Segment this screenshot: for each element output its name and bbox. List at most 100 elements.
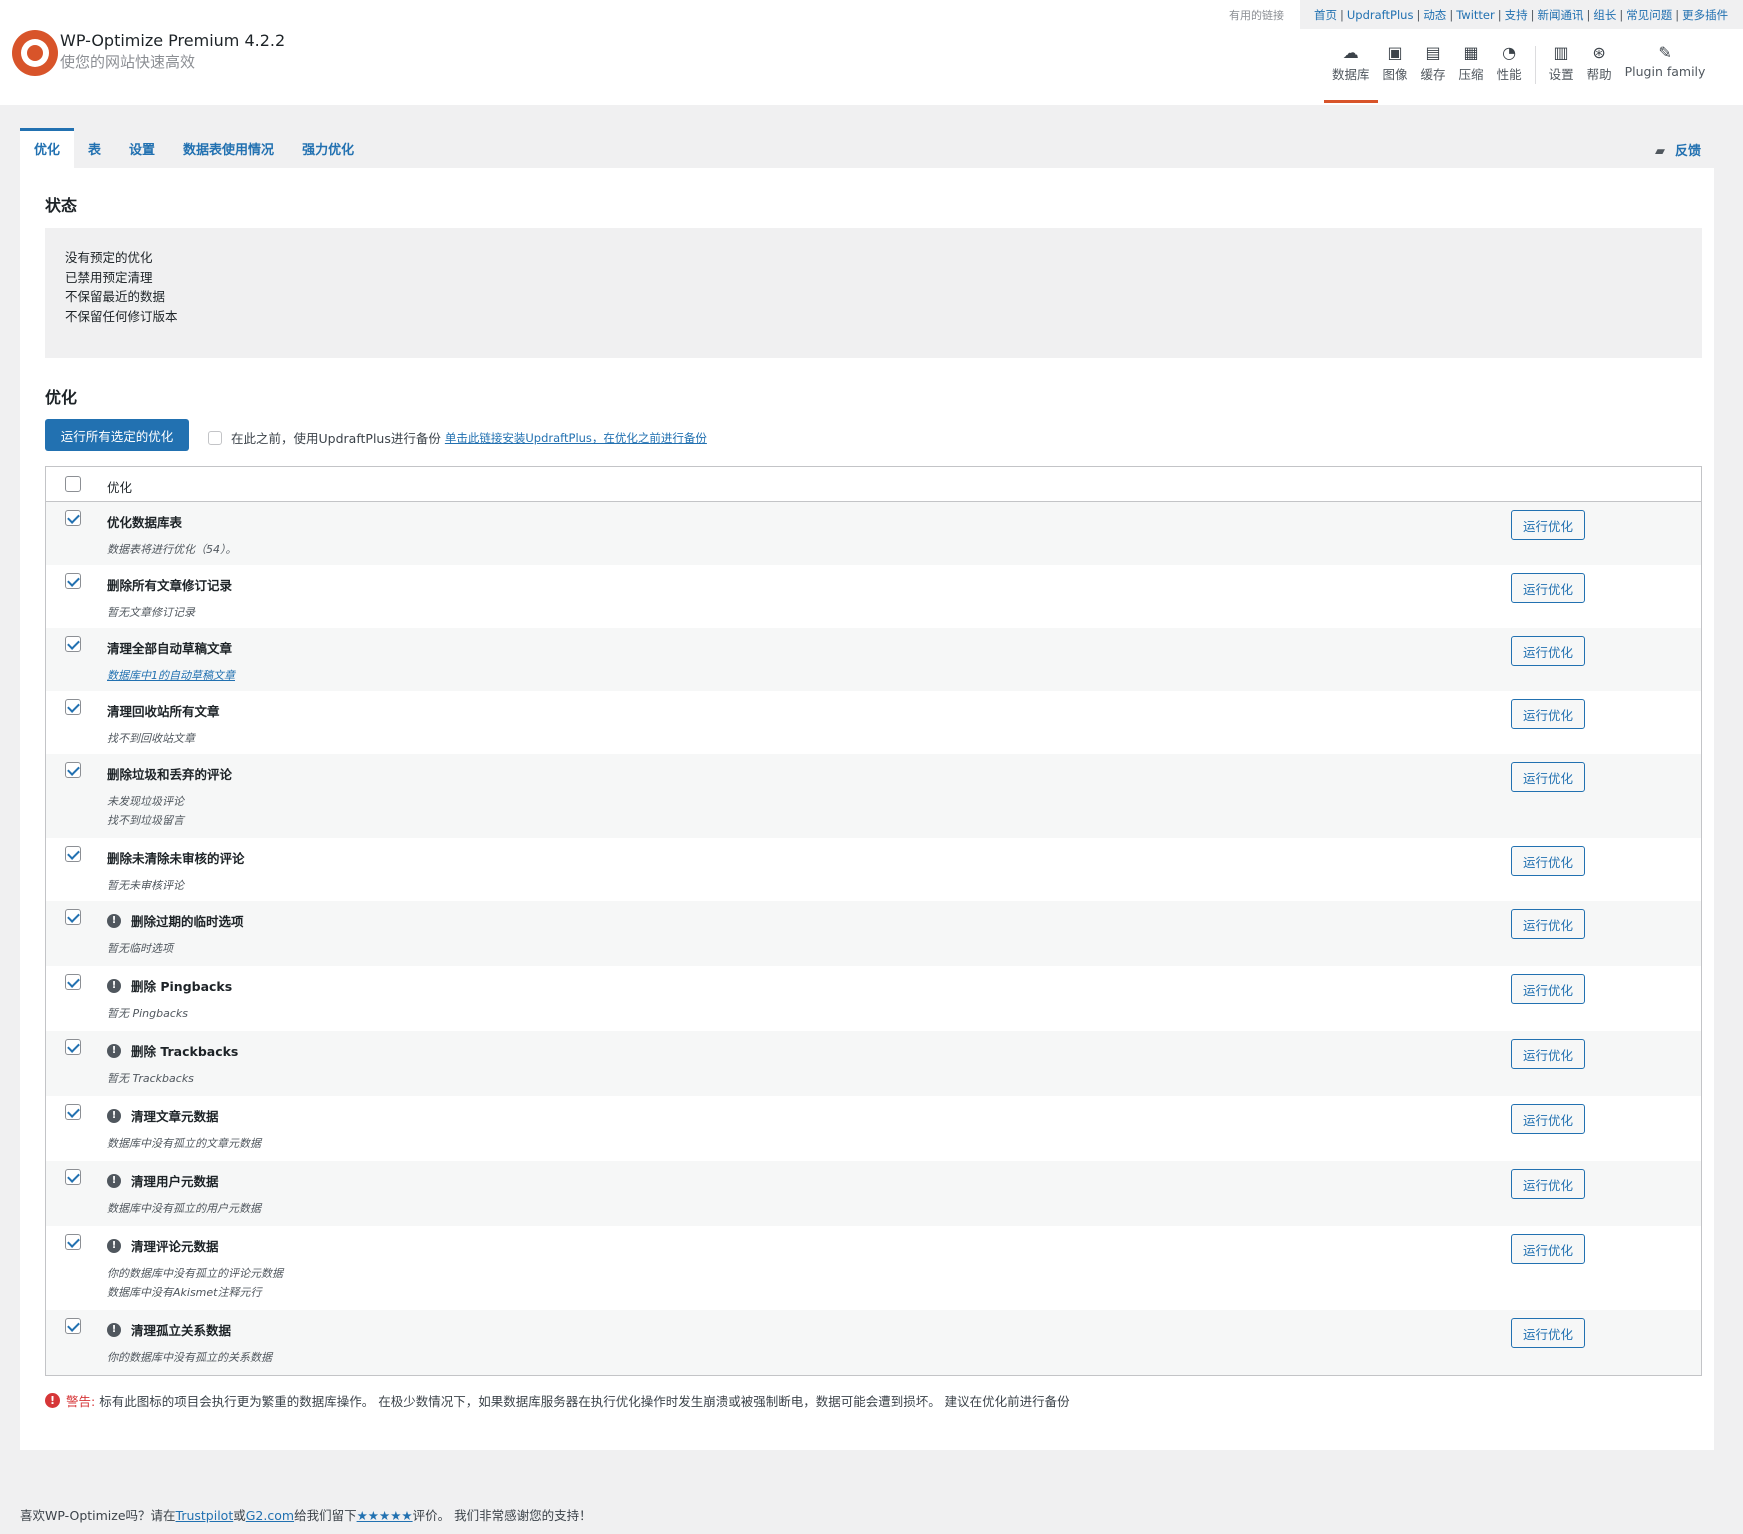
optimization-checkbox[interactable]: [65, 909, 81, 925]
feedback-link[interactable]: ▰ 反馈: [1655, 140, 1701, 159]
run-optimization-button[interactable]: 运行优化: [1511, 699, 1585, 729]
brand-title: WP-Optimize Premium 4.2.2: [60, 31, 286, 50]
table-row: ! 删除 Pingbacks 暂无 Pingbacks 运行优化: [46, 966, 1701, 1031]
run-optimization-button[interactable]: 运行优化: [1511, 1318, 1585, 1348]
run-optimization-button[interactable]: 运行优化: [1511, 909, 1585, 939]
images-icon: ▣: [1387, 43, 1403, 62]
nav-plugin-family[interactable]: ✎ Plugin family: [1625, 44, 1706, 104]
run-optimization-button[interactable]: 运行优化: [1511, 1169, 1585, 1199]
run-optimization-button[interactable]: 运行优化: [1511, 762, 1585, 792]
nav-label: 数据库: [1332, 67, 1370, 82]
sos-icon: ⊛: [1592, 43, 1606, 62]
optimization-description: 暂无文章修订记录: [107, 603, 195, 622]
optimization-description: 未发现垃圾评论 找不到垃圾留言: [107, 792, 184, 830]
link-twitter[interactable]: Twitter: [1456, 8, 1495, 22]
nav-images[interactable]: ▣ 图像: [1383, 44, 1408, 104]
optimizations-table: 优化 优化数据库表 数据表将进行优化（54）。 运行优化 删除所有文章修订记录 暂无文章…: [45, 466, 1702, 1376]
warning-text: 标有此图标的项目会执行更为繁重的数据库操作。 在极少数情况下，如果数据库服务器在…: [99, 1394, 1070, 1409]
run-optimization-button[interactable]: 运行优化: [1511, 1234, 1585, 1264]
heavy-operation-warning-icon: !: [107, 913, 121, 928]
run-all-selected-button[interactable]: 运行所有选定的优化: [45, 419, 189, 451]
run-optimization-button[interactable]: 运行优化: [1511, 974, 1585, 1004]
status-line: 已禁用预定清理: [65, 269, 153, 285]
optimization-title-text: 清理回收站所有文章: [107, 704, 220, 719]
tab-table-usage[interactable]: 数据表使用情况: [169, 128, 288, 168]
heavy-operation-warning-icon: !: [107, 1238, 121, 1253]
nav-label: 帮助: [1586, 67, 1612, 82]
nav-label: 设置: [1548, 67, 1574, 82]
optimization-description: 暂无 Trackbacks: [107, 1069, 194, 1088]
optimization-checkbox[interactable]: [65, 1169, 81, 1185]
link-support[interactable]: 支持: [1505, 8, 1528, 22]
tab-optimize[interactable]: 优化: [20, 128, 75, 168]
description-line: 暂无 Pingbacks: [107, 1007, 189, 1020]
warning-label: 警告:: [66, 1394, 96, 1409]
optimization-title: ! 清理用户元数据: [107, 1171, 219, 1190]
nav-performance[interactable]: ◔ 性能: [1497, 44, 1522, 104]
table-row: 优化数据库表 数据表将进行优化（54）。 运行优化: [46, 502, 1701, 565]
table-row: ! 删除过期的临时选项 暂无临时选项 运行优化: [46, 901, 1701, 966]
trustpilot-link[interactable]: Trustpilot: [176, 1508, 234, 1523]
run-optimization-button[interactable]: 运行优化: [1511, 846, 1585, 876]
optimization-title-text: 删除未清除未审核的评论: [107, 851, 245, 866]
optimization-checkbox[interactable]: [65, 699, 81, 715]
nav-minify[interactable]: ▦ 压缩: [1459, 44, 1484, 104]
tab-bar: 优化 表 设置 数据表使用情况 强力优化: [20, 128, 368, 168]
heavy-operation-warning-icon: !: [107, 1173, 121, 1188]
optimization-checkbox[interactable]: [65, 974, 81, 990]
nav-database[interactable]: ☁ 数据库: [1324, 43, 1377, 104]
optimization-checkbox[interactable]: [65, 1318, 81, 1334]
link-home[interactable]: 首页: [1314, 8, 1337, 22]
nav-cache[interactable]: ▤ 缓存: [1421, 44, 1446, 104]
g2-link[interactable]: G2.com: [246, 1508, 294, 1523]
grid-icon: ▦: [1463, 43, 1479, 62]
table-body: 优化数据库表 数据表将进行优化（54）。 运行优化 删除所有文章修订记录 暂无文章修订记…: [46, 502, 1701, 1375]
optimization-checkbox[interactable]: [65, 636, 81, 652]
table-row: ! 删除 Trackbacks 暂无 Trackbacks 运行优化: [46, 1031, 1701, 1096]
cloud-icon: ☁: [1342, 43, 1359, 62]
optimization-checkbox[interactable]: [65, 1234, 81, 1250]
optimization-title: ! 删除 Trackbacks: [107, 1041, 238, 1060]
nav-help[interactable]: ⊛ 帮助: [1587, 44, 1612, 104]
optimization-checkbox[interactable]: [65, 846, 81, 862]
optimization-title-text: 清理全部自动草稿文章: [107, 641, 233, 656]
link-faq[interactable]: 常见问题: [1626, 8, 1672, 22]
nav-label: 压缩: [1458, 67, 1484, 82]
link-newsletter[interactable]: 新闻通讯: [1537, 8, 1583, 22]
optimization-checkbox[interactable]: [65, 510, 81, 526]
run-optimization-button[interactable]: 运行优化: [1511, 636, 1585, 666]
run-optimization-button[interactable]: 运行优化: [1511, 573, 1585, 603]
run-optimization-button[interactable]: 运行优化: [1511, 1039, 1585, 1069]
optimization-title-text: 清理孤立关系数据: [131, 1323, 232, 1338]
optimization-description: 数据库中1的自动草稿文章: [107, 666, 235, 685]
tab-power-optimize[interactable]: 强力优化: [288, 128, 368, 168]
select-all-checkbox[interactable]: [65, 476, 81, 492]
auto-draft-link[interactable]: 数据库中1的自动草稿文章: [107, 666, 235, 685]
table-header: 优化: [46, 467, 1701, 502]
tab-settings[interactable]: 设置: [115, 128, 169, 168]
link-news[interactable]: 动态: [1423, 8, 1446, 22]
optimization-title-text: 清理评论元数据: [131, 1239, 219, 1254]
nav-settings[interactable]: ▥ 设置: [1549, 44, 1574, 104]
optimization-description: 数据库中没有孤立的用户元数据: [107, 1199, 261, 1218]
run-optimization-button[interactable]: 运行优化: [1511, 1104, 1585, 1134]
optimization-checkbox[interactable]: [65, 573, 81, 589]
optimization-description: 找不到回收站文章: [107, 729, 195, 748]
link-updraftplus[interactable]: UpdraftPlus: [1347, 8, 1414, 22]
footer-or: 或: [233, 1508, 246, 1523]
link-team-lead[interactable]: 组长: [1593, 8, 1616, 22]
table-row: 清理回收站所有文章 找不到回收站文章 运行优化: [46, 691, 1701, 754]
optimization-checkbox[interactable]: [65, 1104, 81, 1120]
link-more-plugins[interactable]: 更多插件: [1682, 8, 1728, 22]
backup-checkbox[interactable]: [208, 430, 222, 445]
run-optimization-button[interactable]: 运行优化: [1511, 510, 1585, 540]
optimization-title: ! 清理孤立关系数据: [107, 1320, 231, 1339]
optimization-title-text: 删除垃圾和丢弃的评论: [107, 767, 233, 782]
description-line: 找不到回收站文章: [107, 732, 195, 745]
optimization-checkbox[interactable]: [65, 1039, 81, 1055]
stars-rating-link[interactable]: ★★★★★: [357, 1508, 413, 1523]
tab-tables[interactable]: 表: [74, 128, 115, 168]
install-updraftplus-link[interactable]: 单击此链接安装UpdraftPlus，在优化之前进行备份: [445, 430, 707, 446]
optimization-description: 你的数据库中没有孤立的评论元数据 数据库中没有Akismet注释元行: [107, 1264, 283, 1302]
optimization-checkbox[interactable]: [65, 762, 81, 778]
